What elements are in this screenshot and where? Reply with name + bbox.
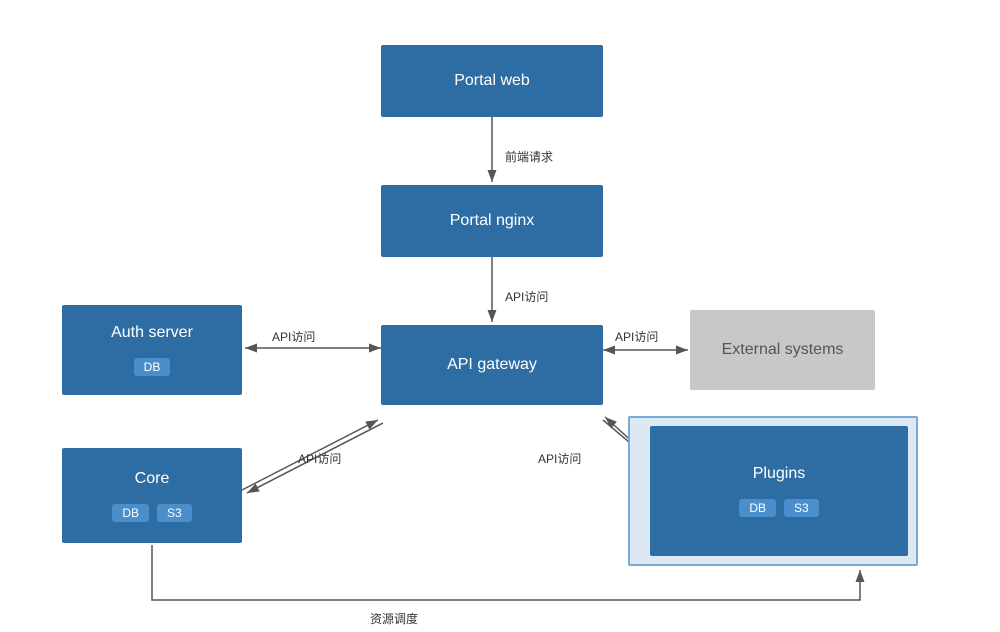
- core-s3-badge: S3: [157, 504, 192, 522]
- portal-nginx-box: Portal nginx: [381, 185, 603, 257]
- plugins-box: Plugins DB S3: [650, 426, 908, 556]
- plugins-container: Plugins DB S3: [628, 416, 918, 566]
- label-resource-scheduling: 资源调度: [370, 610, 418, 627]
- external-systems-label: External systems: [722, 341, 844, 359]
- core-db-badge: DB: [112, 504, 149, 522]
- portal-nginx-label: Portal nginx: [450, 212, 535, 230]
- api-gateway-label: API gateway: [447, 356, 537, 374]
- core-box: Core DB S3: [62, 448, 242, 543]
- label-api-access-2: API访问: [272, 328, 315, 345]
- label-frontend-request: 前端请求: [505, 148, 553, 165]
- portal-web-label: Portal web: [454, 72, 530, 90]
- portal-web-box: Portal web: [381, 45, 603, 117]
- plugins-s3-badge: S3: [784, 499, 819, 517]
- label-api-access-1: API访问: [505, 288, 548, 305]
- label-api-access-4: API访问: [298, 450, 341, 467]
- architecture-diagram: 前端请求 API访问 API访问 API访问 API访问 API访问 资源调度 …: [0, 0, 1000, 632]
- plugins-label: Plugins: [753, 465, 805, 483]
- auth-server-box: Auth server DB: [62, 305, 242, 395]
- core-label: Core: [135, 470, 170, 488]
- label-api-access-5: API访问: [538, 450, 581, 467]
- plugins-db-badge: DB: [739, 499, 776, 517]
- external-systems-box: External systems: [690, 310, 875, 390]
- label-api-access-3: API访问: [615, 328, 658, 345]
- auth-server-label: Auth server: [111, 324, 193, 342]
- api-gateway-box: API gateway: [381, 325, 603, 405]
- auth-server-db-badge: DB: [134, 358, 171, 376]
